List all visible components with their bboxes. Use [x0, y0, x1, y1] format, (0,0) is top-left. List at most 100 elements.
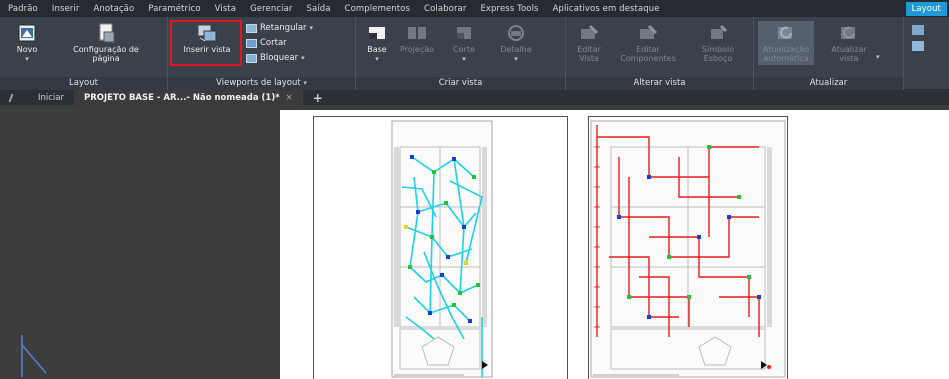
edit-view-label-1: Editar — [577, 45, 601, 54]
ribbon: Novo ▾ Configuração de página Layout Inse… — [0, 17, 949, 90]
novo-label: Novo — [16, 45, 38, 54]
update-view-button[interactable]: Atualizar vista — [824, 23, 874, 63]
menu-tab[interactable]: Anotação — [93, 4, 134, 14]
section-label: Corte — [453, 45, 475, 54]
layout-group: Novo ▾ Configuração de página Layout — [0, 17, 168, 90]
rectangle-viewport-icon — [246, 23, 257, 33]
symbol-sketch-icon — [711, 24, 728, 39]
chevron-down-icon: ▾ — [375, 55, 379, 63]
drawing-sheet-left[interactable] — [313, 116, 568, 379]
auto-update-label-1: Atualização — [762, 45, 810, 54]
projection-label: Projeção — [399, 45, 435, 54]
menu-tab[interactable]: Layout — [905, 1, 947, 16]
viewports-group: Inserir vista Retangular ▾ Cortar Bloque… — [168, 17, 356, 90]
criar-vista-group: Base ▾ Projeção Corte ▾ Detalhe ▾ Criar vis… — [356, 17, 566, 90]
edit-components-icon — [640, 24, 658, 39]
electrical-plan-cyan — [391, 120, 493, 378]
auto-update-button[interactable]: Atualização automática — [758, 21, 814, 65]
drawing-sheet-right[interactable] — [588, 116, 788, 379]
insert-view-label: Inserir vista — [183, 45, 231, 54]
detail-button[interactable]: Detalhe ▾ — [494, 23, 538, 64]
symbol-label-1: Símbolo — [701, 45, 735, 54]
menu-tab[interactable]: Saída — [307, 4, 331, 14]
edit-components-label-2: Componentes — [620, 54, 676, 63]
section-button[interactable]: Corte ▾ — [444, 23, 484, 64]
add-tab-button[interactable]: + — [303, 90, 333, 105]
alterar-vista-label: Alterar vista — [633, 78, 686, 88]
novo-button[interactable]: Novo ▾ — [12, 23, 42, 64]
criar-vista-label: Criar vista — [438, 78, 483, 88]
update-view-label-2: vista — [839, 54, 859, 63]
alterar-vista-group: Editar Vista Editar Componentes Símbolo … — [566, 17, 754, 90]
symbol-label-2: Esboço — [703, 54, 733, 63]
chevron-down-icon: ▾ — [462, 55, 466, 63]
menu-tab[interactable]: Aplicativos em destaque — [553, 4, 660, 14]
edit-view-label-2: Vista — [579, 54, 599, 63]
section-icon — [457, 27, 471, 39]
cortar-button[interactable]: Cortar — [246, 38, 287, 48]
bloquear-label: Bloquear — [260, 53, 299, 63]
new-layout-icon — [18, 24, 36, 42]
menu-bar: Padrão Inserir Anotação Paramétrico Vista Ger… — [0, 0, 949, 17]
layout-workspace[interactable] — [0, 105, 949, 379]
page-setup-icon — [99, 23, 115, 43]
tab-document-label: PROJETO BASE - AR...- Não nomeada (1)* — [84, 92, 280, 103]
auto-update-label-2: automática — [763, 54, 809, 63]
chevron-down-icon[interactable]: ▾ — [876, 53, 880, 61]
retangular-label: Retangular — [260, 23, 307, 33]
menu-tab[interactable]: Inserir — [52, 4, 80, 14]
edit-components-label-1: Editar — [636, 45, 660, 54]
edit-view-icon — [581, 24, 599, 39]
tool-icon[interactable] — [912, 41, 924, 51]
atualizar-group: Atualização automática Atualizar vista ▾… — [754, 17, 904, 90]
edit-components-button[interactable]: Editar Componentes — [612, 23, 684, 63]
menu-tab[interactable]: Gerenciar — [250, 4, 292, 14]
menu-tab[interactable]: Colaborar — [424, 4, 466, 14]
layout-paper[interactable] — [280, 110, 949, 379]
insert-view-icon — [197, 24, 217, 42]
insert-view-button[interactable]: Inserir vista — [174, 23, 240, 54]
update-view-icon — [841, 26, 855, 39]
menu-tab[interactable]: Express Tools — [480, 4, 538, 14]
symbol-sketch-button[interactable]: Símbolo Esboço — [696, 23, 740, 63]
menu-icon[interactable] — [0, 90, 28, 105]
clip-icon — [246, 38, 257, 48]
chevron-down-icon: ▾ — [309, 24, 314, 32]
chevron-down-icon: ▾ — [514, 55, 518, 63]
expand-arrow-icon[interactable]: ▾ — [303, 79, 307, 87]
tab-start[interactable]: Iniciar — [28, 90, 74, 105]
detail-label: Detalhe — [500, 45, 532, 54]
plus-icon: + — [312, 90, 323, 105]
lock-icon — [246, 53, 257, 63]
menu-tab[interactable]: Vista — [215, 4, 236, 14]
chevron-down-icon: ▾ — [25, 55, 29, 63]
retangular-button[interactable]: Retangular ▾ — [246, 23, 313, 33]
tool-icon[interactable] — [912, 25, 924, 35]
menu-tab[interactable]: Paramétrico — [148, 4, 200, 14]
layout-group-label: Layout — [69, 78, 98, 88]
base-label: Base — [367, 45, 387, 54]
bloquear-button[interactable]: Bloquear ▾ — [246, 53, 305, 63]
detail-icon — [508, 25, 524, 41]
page-setup-button[interactable]: Configuração de página — [50, 23, 162, 63]
auto-update-icon — [778, 26, 792, 39]
ucs-icon — [21, 335, 47, 377]
atualizar-label: Atualizar — [809, 78, 848, 88]
projection-icon — [408, 27, 426, 39]
file-tab-bar: Iniciar PROJETO BASE - AR...- Não nomead… — [0, 90, 949, 105]
chevron-down-icon: ▾ — [301, 54, 305, 62]
tab-document[interactable]: PROJETO BASE - AR...- Não nomeada (1)* × — [74, 90, 303, 105]
base-view-button[interactable]: Base ▾ — [362, 23, 392, 64]
viewports-label-text: Viewports de layout — [216, 78, 301, 88]
overflow-tools — [912, 25, 949, 75]
page-setup-label-1: Configuração de — [73, 45, 139, 54]
projection-button[interactable]: Projeção — [396, 23, 438, 54]
close-icon[interactable]: × — [286, 93, 293, 103]
viewports-group-label: Viewports de layout ▾ — [168, 78, 355, 88]
cortar-label: Cortar — [260, 38, 287, 48]
menu-tab[interactable]: Complementos — [345, 4, 410, 14]
tab-start-label: Iniciar — [38, 92, 64, 103]
update-view-label-1: Atualizar — [831, 45, 867, 54]
menu-tab[interactable]: Padrão — [8, 4, 38, 14]
edit-view-button[interactable]: Editar Vista — [572, 23, 606, 63]
